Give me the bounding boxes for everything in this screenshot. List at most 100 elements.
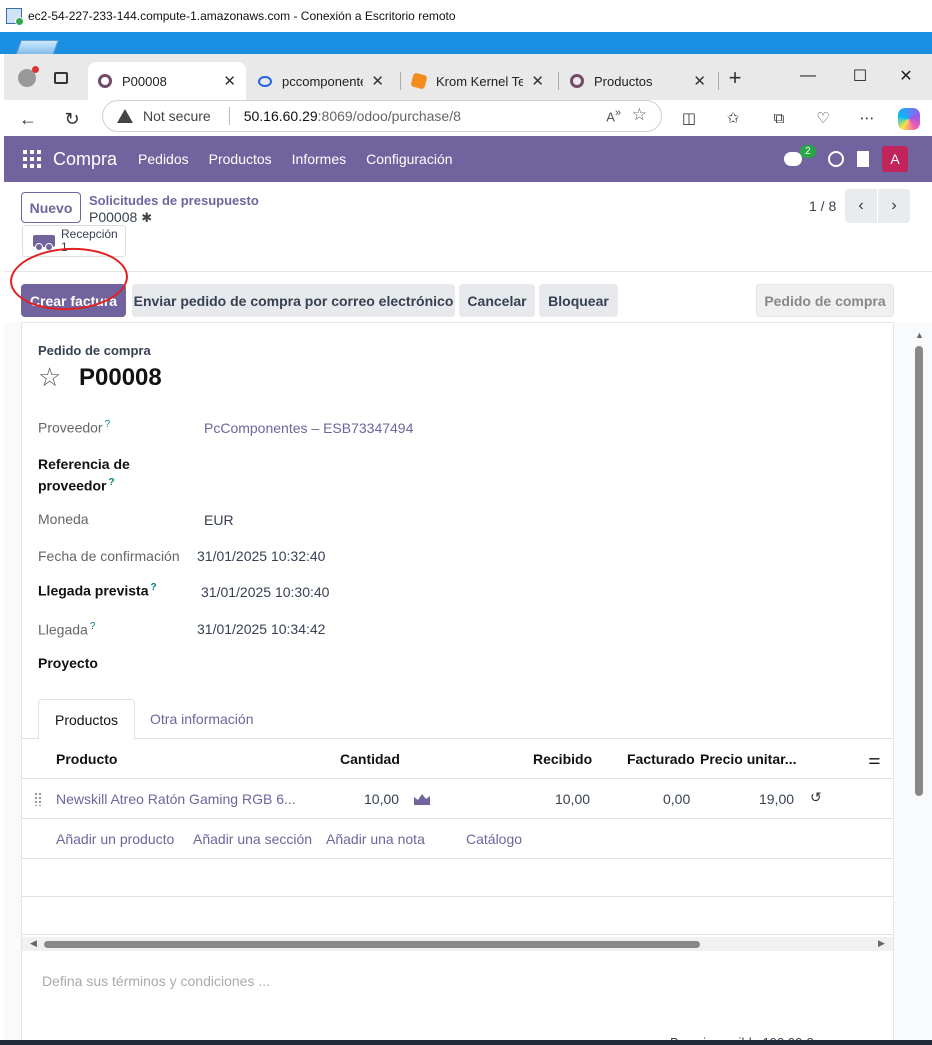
header-invoiced[interactable]: Facturado: [627, 751, 695, 767]
terms-field[interactable]: Defina sus términos y condiciones ...: [42, 973, 270, 989]
header-quantity[interactable]: Cantidad: [340, 751, 400, 767]
tab-otra-informacion[interactable]: Otra información: [134, 699, 269, 739]
forecast-chart-icon[interactable]: [414, 793, 430, 805]
status-purchase-order[interactable]: Pedido de compra: [756, 284, 894, 317]
new-tab-button[interactable]: +: [720, 64, 750, 92]
scroll-thumb[interactable]: [44, 941, 700, 948]
tab-pccomponentes[interactable]: pccomponentes - ✕: [248, 62, 394, 100]
scroll-left-icon[interactable]: ◀: [30, 938, 37, 949]
table-row[interactable]: Newskill Atreo Ratón Gaming RGB 6... 10,…: [22, 779, 893, 819]
row-product[interactable]: Newskill Atreo Ratón Gaming RGB 6...: [56, 791, 296, 807]
scroll-thumb[interactable]: [915, 346, 923, 796]
header-product[interactable]: Producto: [56, 751, 117, 767]
pager-prev-button[interactable]: ‹: [845, 189, 877, 223]
address-row: ← ↻ Not secure 50.16.60.29:8069/odoo/pur…: [4, 100, 932, 136]
warning-icon: [117, 109, 133, 123]
form-background: Pedido de compra ☆ P00008 Proveedor? PcC…: [4, 322, 932, 1045]
cancel-button[interactable]: Cancelar: [459, 284, 535, 317]
desktop-strip: [0, 32, 932, 56]
pager-next-button[interactable]: ›: [878, 189, 910, 223]
close-tab-icon[interactable]: ✕: [531, 72, 544, 90]
add-section-link[interactable]: Añadir una sección: [193, 831, 312, 847]
confirm-date-value[interactable]: 31/01/2025 10:32:40: [197, 548, 325, 564]
add-product-link[interactable]: Añadir un producto: [56, 831, 174, 847]
tab-productos[interactable]: Productos: [38, 699, 136, 740]
rdp-title-text: ec2-54-227-233-144.compute-1.amazonaws.c…: [28, 9, 456, 23]
help-icon[interactable]: ?: [151, 582, 157, 593]
help-icon[interactable]: ?: [90, 621, 96, 632]
tab-productos[interactable]: Productos ✕: [560, 62, 716, 100]
profile-icon[interactable]: [12, 64, 42, 92]
favorites-icon[interactable]: ✩: [720, 106, 746, 130]
help-icon[interactable]: ?: [108, 477, 114, 488]
collections-icon[interactable]: ⧉: [766, 106, 792, 130]
menu-configuracion[interactable]: Configuración: [366, 151, 452, 167]
row-invoiced[interactable]: 0,00: [663, 791, 690, 807]
address-bar[interactable]: Not secure 50.16.60.29:8069/odoo/purchas…: [102, 100, 662, 132]
header-unit-price[interactable]: Precio unitar...: [700, 751, 796, 767]
vendor-label: Proveedor?: [38, 419, 110, 436]
tab-krom[interactable]: Krom Kernel Tecla ✕: [402, 62, 554, 100]
copilot-icon[interactable]: [898, 108, 920, 130]
scroll-up-icon[interactable]: ▲: [915, 330, 924, 340]
read-aloud-icon[interactable]: A»: [606, 107, 621, 124]
menu-productos[interactable]: Productos: [209, 151, 272, 167]
send-email-button[interactable]: Enviar pedido de compra por correo elect…: [132, 284, 455, 317]
tab-p00008[interactable]: P00008 ✕: [88, 62, 246, 100]
reset-price-icon[interactable]: ↺: [810, 789, 822, 806]
refresh-icon[interactable]: ↻: [58, 106, 86, 132]
row-quantity[interactable]: 10,00: [364, 791, 399, 807]
menu-pedidos[interactable]: Pedidos: [138, 151, 189, 167]
app-name[interactable]: Compra: [53, 149, 117, 170]
header-received[interactable]: Recibido: [533, 751, 592, 767]
chat-icon[interactable]: [784, 152, 802, 166]
order-name: P00008: [79, 364, 162, 391]
vendor-ref-label-2: proveedor: [38, 477, 107, 494]
row-received[interactable]: 10,00: [555, 791, 590, 807]
row-unit-price[interactable]: 19,00: [759, 791, 794, 807]
tab-actions-icon[interactable]: [46, 64, 76, 92]
scroll-right-icon[interactable]: ▶: [878, 938, 885, 949]
minimize-button[interactable]: —: [788, 64, 828, 88]
close-tab-icon[interactable]: ✕: [693, 72, 706, 90]
drag-handle-icon[interactable]: [34, 792, 42, 806]
split-screen-icon[interactable]: ◫: [676, 106, 702, 130]
more-menu-icon[interactable]: ⋯: [854, 106, 880, 130]
favorite-star-icon[interactable]: ☆: [632, 105, 647, 125]
apps-menu-icon[interactable]: [23, 150, 41, 168]
rdp-icon: [6, 8, 24, 26]
close-tab-icon[interactable]: ✕: [371, 72, 384, 90]
new-button[interactable]: Nuevo: [21, 192, 81, 223]
maximize-button[interactable]: ☐: [840, 64, 880, 88]
documents-icon[interactable]: [857, 151, 869, 167]
close-window-button[interactable]: ✕: [886, 64, 926, 88]
horizontal-scrollbar[interactable]: ◀ ▶: [22, 937, 893, 951]
lock-button[interactable]: Bloquear: [539, 284, 618, 317]
currency-label: Moneda: [38, 511, 89, 527]
not-secure-label[interactable]: Not secure: [143, 108, 211, 124]
close-tab-icon[interactable]: ✕: [223, 72, 236, 90]
vendor-label-text: Proveedor: [38, 419, 103, 436]
action-bar: Crear factura Enviar pedido de compra po…: [4, 272, 932, 322]
chat-count-badge: 2: [800, 145, 816, 158]
add-note-link[interactable]: Añadir una nota: [326, 831, 425, 847]
help-icon[interactable]: ?: [105, 419, 111, 430]
vendor-value[interactable]: PcComponentes – ESB73347494: [204, 420, 413, 436]
activity-clock-icon[interactable]: [828, 151, 844, 167]
breadcrumb-parent[interactable]: Solicitudes de presupuesto: [89, 193, 259, 208]
arrival-value[interactable]: 31/01/2025 10:34:42: [197, 621, 325, 637]
rdp-window-title: ec2-54-227-233-144.compute-1.amazonaws.c…: [0, 0, 932, 32]
expected-arrival-value[interactable]: 31/01/2025 10:30:40: [201, 584, 329, 600]
browser-essentials-icon[interactable]: ♡: [810, 106, 836, 130]
gear-icon[interactable]: ✱: [141, 210, 152, 226]
back-icon[interactable]: ←: [14, 106, 42, 132]
menu-informes[interactable]: Informes: [292, 151, 346, 167]
currency-value[interactable]: EUR: [204, 512, 234, 528]
user-avatar[interactable]: A: [882, 146, 908, 172]
truck-icon: [33, 235, 55, 251]
priority-star-icon[interactable]: ☆: [38, 364, 61, 390]
vertical-scrollbar[interactable]: ▲: [913, 322, 925, 1045]
optional-columns-icon[interactable]: ⚌: [868, 751, 881, 768]
pager-value[interactable]: 1 / 8: [809, 198, 836, 214]
catalog-link[interactable]: Catálogo: [466, 831, 522, 847]
